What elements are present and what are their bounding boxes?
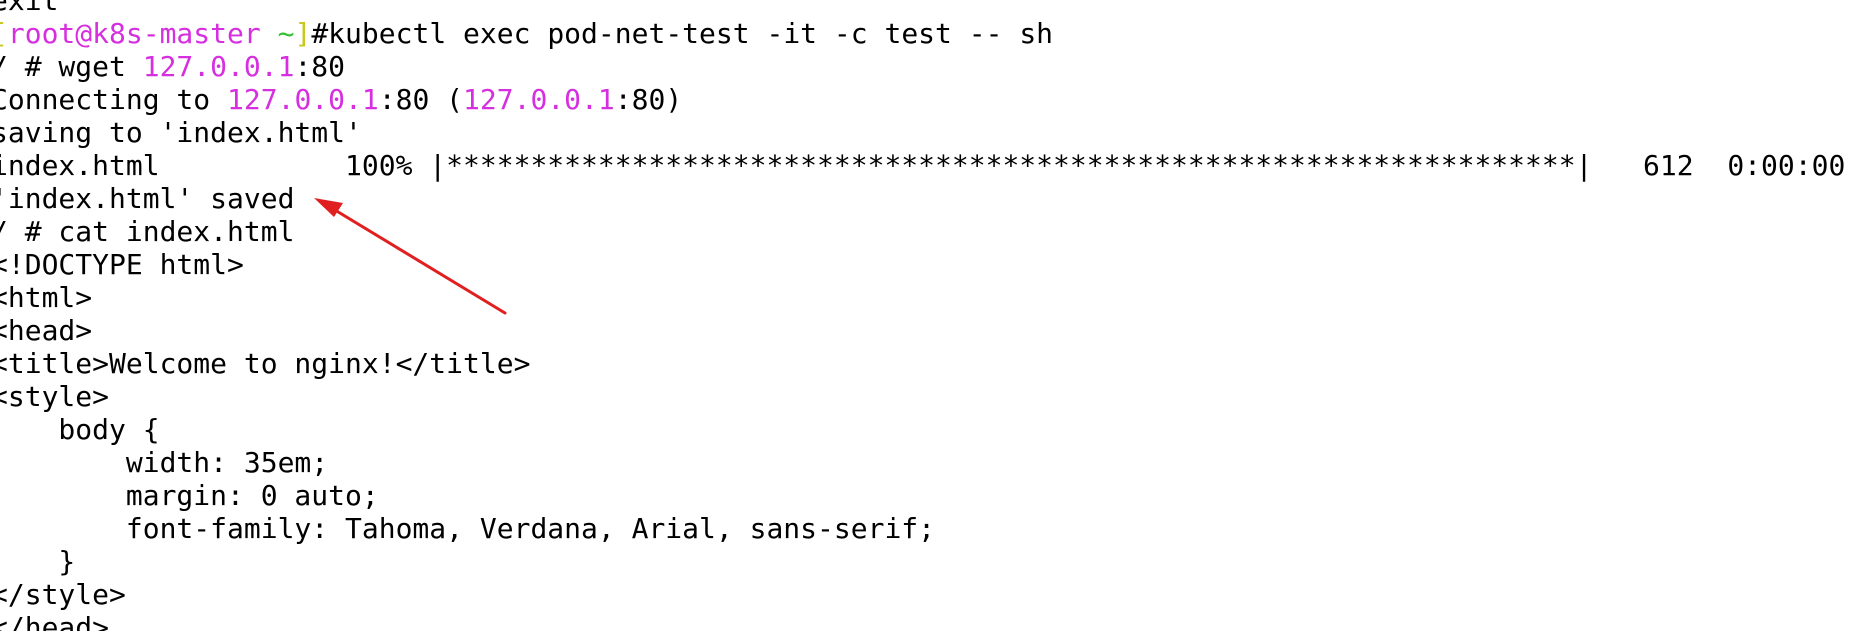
terminal-line: [root@k8s-master ~]#kubectl exec pod-net… [0, 17, 1861, 50]
terminal-text-segment: 'index.html' saved [0, 182, 295, 215]
terminal-line: font-family: Tahoma, Verdana, Arial, san… [0, 512, 1861, 545]
terminal-text-segment: ] [294, 17, 312, 50]
terminal-line: body { [0, 413, 1861, 446]
terminal-text-segment: index.html 100% |***********************… [0, 149, 1861, 182]
terminal-text-segment: } [58, 545, 76, 578]
terminal-window[interactable]: exit[root@k8s-master ~]#kubectl exec pod… [0, 0, 1861, 631]
terminal-line: exit [0, 0, 1861, 17]
terminal-text-segment: :80) [614, 83, 683, 116]
terminal-text-segment: / # cat index.html [0, 215, 295, 248]
terminal-text-segment: root@k8s-master [7, 17, 261, 50]
terminal-line: / # wget 127.0.0.1:80 [0, 50, 1861, 83]
terminal-line: <title>Welcome to nginx!</title> [0, 347, 1861, 380]
terminal-text-segment: <!DOCTYPE html> [0, 248, 244, 281]
terminal-text-segment: <title>Welcome to nginx!</title> [0, 347, 531, 380]
terminal-text-segment: ~ [260, 17, 295, 50]
terminal-text-segment: width: 35em; [0, 446, 329, 479]
terminal-line: </head> [0, 611, 1861, 631]
terminal-line: <head> [0, 314, 1861, 347]
terminal-text-segment: #kubectl exec pod-net-test -it -c test -… [311, 17, 1054, 50]
terminal-text-segment: 127.0.0.1 [227, 83, 379, 116]
terminal-text-segment: </head> [0, 611, 110, 631]
terminal-text-segment: body { [0, 413, 160, 446]
terminal-line: } [0, 545, 1861, 578]
terminal-line: 'index.html' saved [0, 182, 1861, 215]
terminal-text-segment: font-family: Tahoma, Verdana, Arial, san… [0, 512, 936, 545]
terminal-text-segment: Connecting to [0, 83, 228, 116]
terminal-text-segment: 127.0.0.1 [142, 50, 295, 83]
terminal-text-segment: / # wget [0, 50, 143, 83]
terminal-line: / # cat index.html [0, 215, 1861, 248]
terminal-text-segment: saving to 'index.html' [0, 116, 362, 149]
terminal-line: width: 35em; [0, 446, 1861, 479]
terminal-text-segment: <style> [0, 380, 110, 413]
terminal-line: <style> [0, 380, 1861, 413]
terminal-output: exit[root@k8s-master ~]#kubectl exec pod… [0, 0, 1861, 631]
terminal-text-segment: [ [0, 17, 8, 50]
terminal-line: </style> [0, 578, 1861, 611]
terminal-line: Connecting to 127.0.0.1:80 (127.0.0.1:80… [0, 83, 1861, 116]
terminal-line: index.html 100% |***********************… [0, 149, 1861, 182]
terminal-line: <!DOCTYPE html> [0, 248, 1861, 281]
terminal-line: <html> [0, 281, 1861, 314]
terminal-text-segment: margin: 0 auto; [0, 479, 379, 512]
terminal-line: margin: 0 auto; [0, 479, 1861, 512]
terminal-text-segment: :80 [294, 50, 346, 83]
terminal-text-segment: 127.0.0.1 [463, 83, 615, 116]
terminal-line: saving to 'index.html' [0, 116, 1861, 149]
terminal-text-segment: :80 ( [378, 83, 464, 116]
terminal-text-segment: <html> [0, 281, 93, 314]
terminal-text-segment: <head> [0, 314, 93, 347]
terminal-text-segment: </style> [0, 578, 126, 611]
terminal-text-segment: exit [0, 0, 59, 17]
